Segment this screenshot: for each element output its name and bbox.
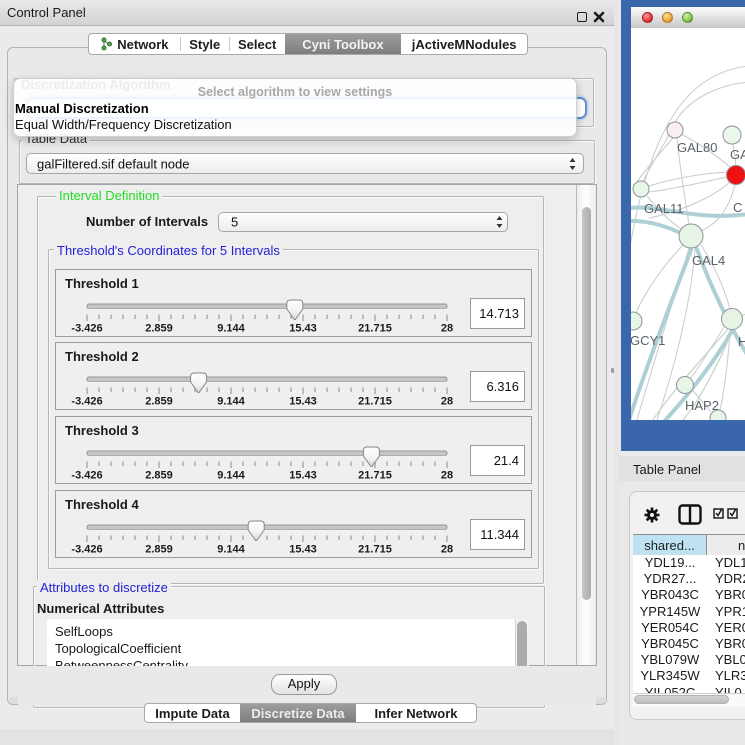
svg-text:28: 28 [441,470,453,482]
svg-text:GAL11: GAL11 [644,201,684,216]
svg-text:2.859: 2.859 [145,323,173,335]
svg-text:2.859: 2.859 [145,544,173,556]
svg-text:2.859: 2.859 [145,470,173,482]
svg-text:9.144: 9.144 [217,323,245,335]
svg-text:H: H [738,334,745,349]
svg-text:9.144: 9.144 [217,396,245,408]
svg-text:HAP2: HAP2 [685,398,719,413]
svg-text:GAL80: GAL80 [677,140,717,155]
svg-text:-3.426: -3.426 [71,396,102,408]
svg-text:GAL4: GAL4 [692,253,725,268]
svg-text:9.144: 9.144 [217,470,245,482]
svg-text:21.715: 21.715 [358,323,392,335]
svg-text:15.43: 15.43 [289,323,317,335]
svg-text:-3.426: -3.426 [71,470,102,482]
svg-text:15.43: 15.43 [289,544,317,556]
svg-text:28: 28 [441,396,453,408]
svg-text:GCY1: GCY1 [631,333,665,348]
svg-text:21.715: 21.715 [358,396,392,408]
svg-text:9.144: 9.144 [217,544,245,556]
svg-text:15.43: 15.43 [289,396,317,408]
svg-text:21.715: 21.715 [358,470,392,482]
svg-text:28: 28 [441,323,453,335]
svg-text:28: 28 [441,544,453,556]
svg-text:GA: GA [730,147,745,162]
svg-text:-3.426: -3.426 [71,323,102,335]
svg-text:15.43: 15.43 [289,470,317,482]
svg-text:2.859: 2.859 [145,396,173,408]
svg-text:C: C [733,200,742,215]
svg-text:21.715: 21.715 [358,544,392,556]
svg-text:-3.426: -3.426 [71,544,102,556]
